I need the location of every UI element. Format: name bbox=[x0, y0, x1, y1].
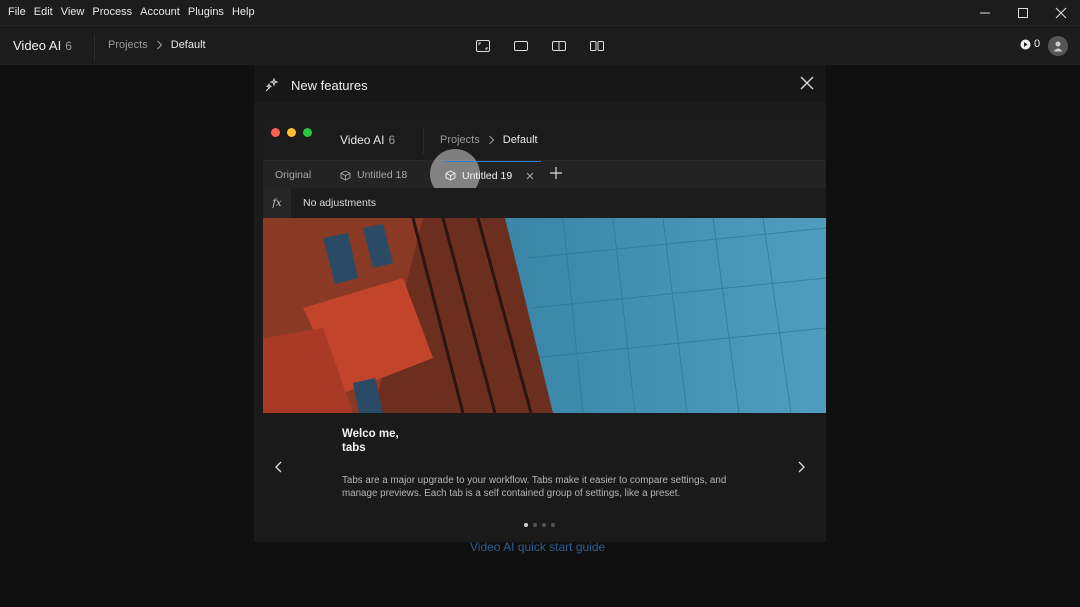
app-version: 6 bbox=[65, 39, 72, 53]
view-split-icon[interactable] bbox=[550, 38, 568, 54]
pagination-dot[interactable] bbox=[542, 523, 546, 527]
add-tab-icon bbox=[550, 167, 562, 179]
cube-icon bbox=[340, 169, 351, 181]
pagination-dot[interactable] bbox=[533, 523, 537, 527]
close-icon[interactable] bbox=[799, 75, 815, 91]
pagination-dot[interactable] bbox=[551, 523, 555, 527]
menu-plugins[interactable]: Plugins bbox=[184, 0, 228, 25]
preview-app-version: 6 bbox=[388, 133, 396, 147]
credits-counter[interactable]: 0 bbox=[1020, 38, 1040, 50]
preview-app-title: Video AI 6 bbox=[340, 133, 395, 147]
credits-count: 0 bbox=[1034, 38, 1041, 50]
traffic-light-zoom-icon bbox=[303, 128, 312, 137]
breadcrumb-default[interactable]: Default bbox=[171, 39, 206, 51]
menu-account[interactable]: Account bbox=[136, 0, 184, 25]
header-divider bbox=[94, 34, 95, 62]
app-title: Video AI 6 bbox=[13, 38, 72, 53]
menu-items: File Edit View Process Account Plugins H… bbox=[0, 0, 259, 25]
chevron-right-icon bbox=[488, 135, 495, 145]
app-name: Video AI bbox=[13, 38, 62, 53]
pagination-dot[interactable] bbox=[524, 523, 528, 527]
maximize-icon[interactable] bbox=[1004, 0, 1042, 25]
fx-icon: fx bbox=[263, 188, 291, 218]
avatar[interactable] bbox=[1048, 36, 1068, 56]
traffic-light-close-icon bbox=[271, 128, 280, 137]
preview-tab-untitled-19: Untitled 19 bbox=[445, 161, 541, 189]
view-single-fit-icon[interactable] bbox=[474, 38, 492, 54]
menu-view[interactable]: View bbox=[57, 0, 89, 25]
traffic-light-minimize-icon bbox=[287, 128, 296, 137]
close-window-icon[interactable] bbox=[1042, 0, 1080, 25]
modal-title: New features bbox=[291, 78, 368, 93]
menu-help[interactable]: Help bbox=[228, 0, 259, 25]
menu-edit[interactable]: Edit bbox=[30, 0, 57, 25]
next-icon[interactable] bbox=[794, 460, 808, 474]
preview-divider bbox=[423, 128, 424, 154]
tab-close-icon bbox=[526, 172, 534, 179]
sparkles-icon bbox=[265, 78, 279, 92]
preview-titlebar: Video AI 6 Projects Default bbox=[263, 120, 826, 160]
preview-app-name: Video AI bbox=[340, 133, 385, 147]
preview-tab-untitled-18: Untitled 18 bbox=[340, 161, 407, 189]
breadcrumb-projects[interactable]: Projects bbox=[108, 39, 148, 51]
feature-description: Tabs are a major upgrade to your workflo… bbox=[342, 475, 727, 499]
preview-tab-bar: Original Untitled 18 Untitled 19 bbox=[263, 149, 826, 199]
chevron-right-icon bbox=[156, 40, 163, 50]
user-icon bbox=[1053, 41, 1063, 52]
credits-icon bbox=[1020, 39, 1031, 49]
modal-header: New features bbox=[254, 65, 826, 102]
previous-icon[interactable] bbox=[272, 460, 286, 474]
breadcrumb: Projects Default bbox=[108, 39, 206, 51]
cube-icon bbox=[445, 170, 456, 181]
menu-bar: File Edit View Process Account Plugins H… bbox=[0, 0, 1080, 25]
preview-tab-original: Original bbox=[275, 161, 311, 189]
quick-start-guide-link[interactable]: Video AI quick start guide bbox=[470, 540, 605, 554]
view-single-icon[interactable] bbox=[512, 38, 530, 54]
preview-tab-label: Untitled 18 bbox=[357, 169, 408, 181]
preview-breadcrumb-projects: Projects bbox=[440, 134, 480, 146]
feature-title: Welco me, tabs bbox=[342, 428, 399, 454]
preview-breadcrumb: Projects Default bbox=[440, 134, 538, 146]
preview-tab-label: Original bbox=[275, 169, 312, 181]
preview-adjustments-text: No adjustments bbox=[303, 197, 376, 209]
new-features-modal: New features Video AI 6 Projects Default … bbox=[254, 65, 826, 542]
window-controls bbox=[966, 0, 1080, 25]
feature-preview-image: Video AI 6 Projects Default Original Unti… bbox=[263, 120, 826, 413]
preview-tab-label: Untitled 19 bbox=[462, 169, 513, 182]
video-frame-image bbox=[263, 218, 826, 413]
carousel-pagination bbox=[524, 523, 555, 527]
minimize-icon[interactable] bbox=[966, 0, 1004, 25]
menu-process[interactable]: Process bbox=[88, 0, 136, 25]
preview-breadcrumb-default: Default bbox=[502, 134, 538, 146]
menu-file[interactable]: File bbox=[4, 0, 30, 25]
app-header: Video AI 6 Projects Default 0 bbox=[0, 25, 1080, 65]
view-side-by-side-icon[interactable] bbox=[588, 38, 606, 54]
view-mode-toolbar bbox=[474, 38, 606, 54]
preview-adjustments-bar: fx No adjustments bbox=[263, 188, 826, 218]
